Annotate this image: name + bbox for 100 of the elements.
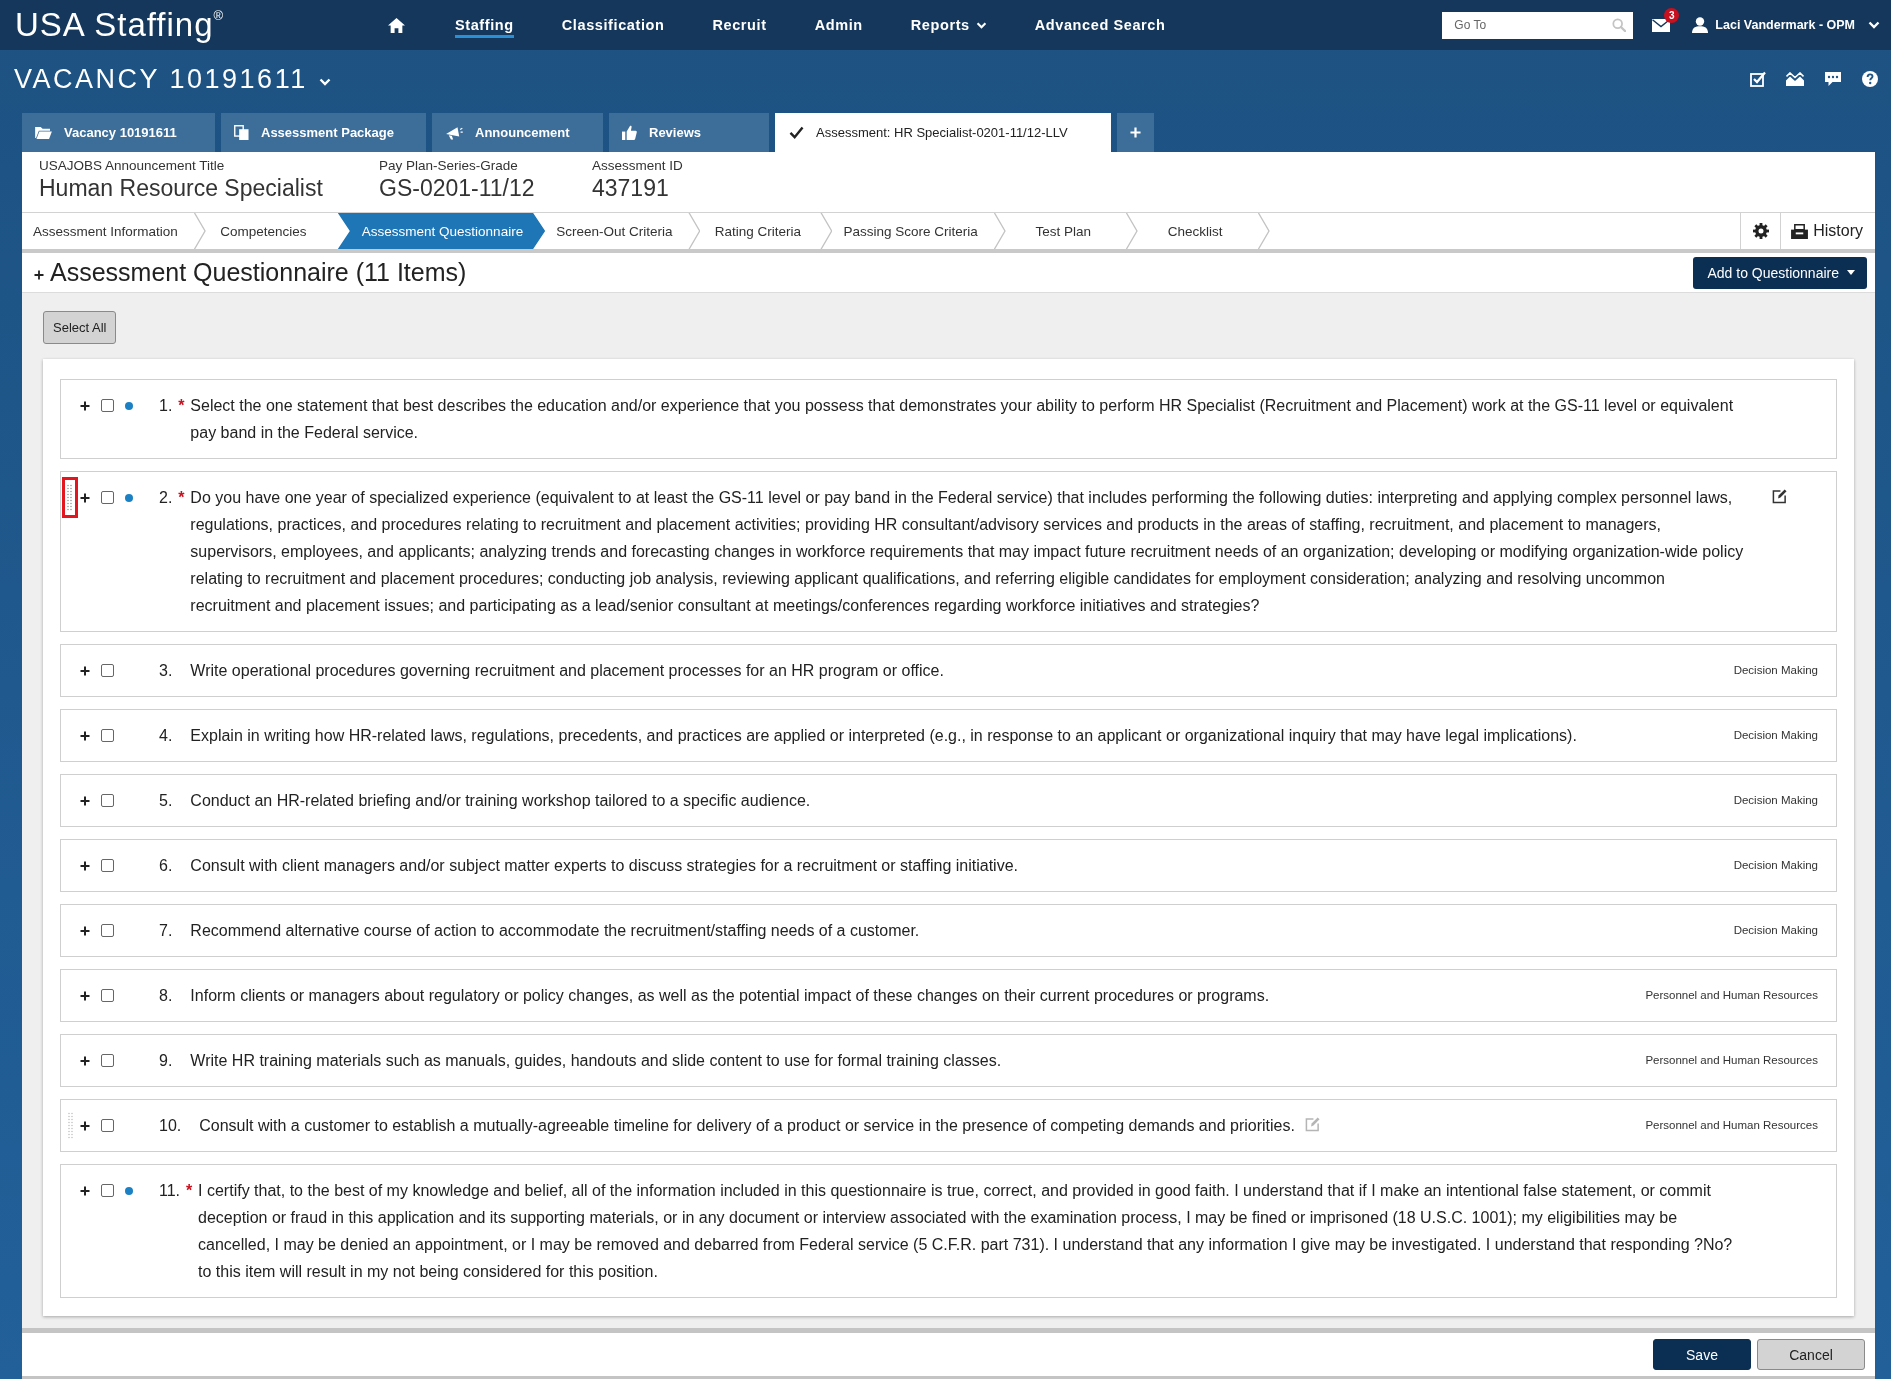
field-value: GS-0201-11/12 [379,174,536,202]
question-text: Inform clients or managers about regulatory or policy changes, as well as the potential impact of these changes on their current procedures or programs. [190,987,1270,1004]
gear-icon [1752,223,1769,239]
step-tab[interactable]: Test Plan [1005,213,1138,249]
plus-icon[interactable] [80,1185,90,1196]
question-number: 4. [159,726,173,746]
plus-icon[interactable] [80,665,90,676]
checkbox[interactable] [101,924,114,937]
step-tab[interactable]: Passing Score Criteria [832,213,1006,249]
grip-icon[interactable] [68,1112,73,1139]
plus-icon [1130,127,1141,138]
required-marker: * [186,1181,193,1201]
megaphone-icon [445,125,463,140]
competency-label: Decision Making [1733,793,1818,808]
competency-label: Personnel and Human Resources [1645,988,1818,1003]
go-to-field[interactable]: Go To [1442,11,1634,39]
checkbox[interactable] [101,989,114,1002]
nav-link[interactable]: Advanced Search [1034,12,1166,38]
step-tab[interactable]: Assessment Information [22,213,206,249]
question-text: Recommend alternative course of action to accommodate the recruitment/staffing needs of a customer. [190,922,920,939]
plus-icon[interactable] [80,400,90,411]
thumbs-up-icon [622,125,637,140]
required-marker: * [178,488,185,508]
plus-icon[interactable] [80,1055,90,1066]
nav-link[interactable]: Recruit [712,12,767,38]
question-number: 10. [159,1116,182,1136]
required-marker: * [178,396,185,416]
edit-icon[interactable] [1772,489,1787,504]
record-tab[interactable]: Announcement [432,113,603,152]
area-chart-icon[interactable] [1786,72,1804,86]
chevron-down-icon[interactable] [318,78,331,86]
comment-icon[interactable] [1824,71,1842,87]
competency-label: Decision Making [1733,728,1818,743]
question-number: 3. [159,661,173,681]
user-menu-button[interactable]: Laci Vandermark - OPM [1692,17,1880,33]
competency-label: Decision Making [1733,923,1818,938]
question-text: Write HR training materials such as manuals, guides, handouts and slide content to use for formal training classes. [190,1052,1002,1069]
plus-icon[interactable] [80,990,90,1001]
nav-link[interactable]: Reports [910,12,987,38]
question-text: Consult with a customer to establish a mutually-agreeable timeline for delivery of a product or service in the presence of competing demands and priorities. [199,1117,1295,1134]
checkbox[interactable] [101,1054,114,1067]
step-tab[interactable]: Rating Criteria [700,213,833,249]
record-tab[interactable]: Reviews [609,113,769,152]
envelope-icon[interactable] [1652,18,1671,32]
help-icon[interactable] [1862,71,1878,87]
question-number: 1. [159,396,173,416]
question-text: Do you have one year of specialized experience (equivalent to at least the GS-11 level or pay band in the Federal service) that includes performing the following duties: interpreting and applying complex personnel laws, regulations, practices, and procedures relating to recruitment and placement activities; providing HR consultant/advisory services and products in the areas of staffing, recruitment, and placement to managers, supervisors, employees, and applicants; analyzing trends and forecasting changes in workforce requirements that may impact future recruitment needs of an organization; developing or modifying organization-wide policy relating to recruitment and placement procedures; conducting job analysis, reviewing applicant qualifications, and referring eligible candidates for employment consideration; analyzing and resolving uncommon recruitment and placement issues; and participating as a lead/senior consultant at meetings/conferences regarding workforce initiatives and strategies? [190,489,1744,614]
competency-label: Decision Making [1733,858,1818,873]
competency-label: Personnel and Human Resources [1645,1053,1818,1068]
record-tab[interactable]: Assessment: HR Specialist-0201-11/12-LLV [775,113,1111,152]
nav-link[interactable]: Classification [561,12,665,38]
cancel-button[interactable]: Cancel [1757,1339,1865,1370]
user-icon [1692,17,1709,33]
plus-icon[interactable] [80,492,90,503]
step-tab[interactable]: Competencies [205,213,338,249]
add-tab-button[interactable] [1117,113,1154,152]
plus-icon[interactable] [34,270,44,280]
question-number: 11. [159,1181,181,1201]
add-to-questionnaire-button[interactable]: Add to Questionnaire [1693,256,1867,289]
step-tab[interactable]: Assessment Questionnaire [337,213,546,249]
plus-icon[interactable] [80,925,90,936]
checkbox[interactable] [101,1184,114,1197]
nav-link[interactable]: Admin [814,12,863,38]
notification-badge: 3 [1664,8,1680,23]
question-number: 7. [159,921,173,941]
question-text: I certify that, to the best of my knowledge and belief, all of the information included in this questionnaire is true, correct, and provided in good faith. I understand that if I make an intentional false statement, or commit deception or fraud in this application and its supporting materials, or in any document or interview associated with the examination process, I may be fined or imprisoned (18 U.S.C. 1001); my eligibilities may be cancelled, I may be denied an appointment, or I may be removed and debarred from Federal service (5 C.F.R. part 731). I understand that any information I give may be investigated. I understand that responding ?No? to this item will result in my not being considered for this position. [198,1182,1733,1280]
plus-icon[interactable] [80,1120,90,1131]
step-tab[interactable]: Checklist [1137,213,1270,249]
plus-icon[interactable] [80,730,90,741]
checkbox[interactable] [101,1119,114,1132]
record-tab[interactable]: Vacancy 10191611 [22,113,215,152]
nav-link[interactable]: Staffing [455,12,514,38]
save-button[interactable]: Save [1653,1339,1751,1370]
question-text: Write operational procedures governing recruitment and placement processes for an HR program or office. [190,662,944,679]
checkbox[interactable] [101,859,114,872]
step-tab[interactable]: Screen-Out Criteria [545,213,701,249]
plus-icon[interactable] [80,795,90,806]
field-value: 437191 [592,174,670,202]
select-all-button[interactable]: Select All [43,311,117,344]
field-value: Human Resource Specialist [39,174,324,202]
field-label: Assessment ID [592,157,683,174]
question-text: Conduct an HR-related briefing and/or training workshop tailored to a specific audience. [190,792,811,809]
checkbox[interactable] [101,399,114,412]
section-title: Assessment Questionnaire (11 Items) [50,258,467,287]
checkbox[interactable] [101,491,114,504]
checkbox[interactable] [101,794,114,807]
plus-icon[interactable] [80,860,90,871]
record-tab[interactable]: Assessment Package [221,113,426,152]
logo[interactable]: USA Staffing$^{®}$ [15,6,373,44]
caret-icon [1847,270,1855,275]
home-icon[interactable] [388,17,405,33]
printer-icon [1791,223,1809,239]
question-text: Select the one statement that best describes the education and/or experience that you possess that demonstrates your ability to perform HR Specialist (Recruitment and Placement) work at the GS-11 level or equivalent pay band in the Federal service. [190,397,1734,441]
grip-icon[interactable] [67,484,72,511]
question-text: Explain in writing how HR-related laws, regulations, precedents, and practices are applied or interpreted (e.g., in response to an applicant or organizational inquiry that may have legal implications). [190,727,1577,744]
checkbox[interactable] [101,664,114,677]
checkbox[interactable] [101,729,114,742]
question-number: 9. [159,1051,173,1071]
checkbox-icon[interactable] [1750,71,1766,87]
field-label: USAJOBS Announcement Title [39,157,226,174]
